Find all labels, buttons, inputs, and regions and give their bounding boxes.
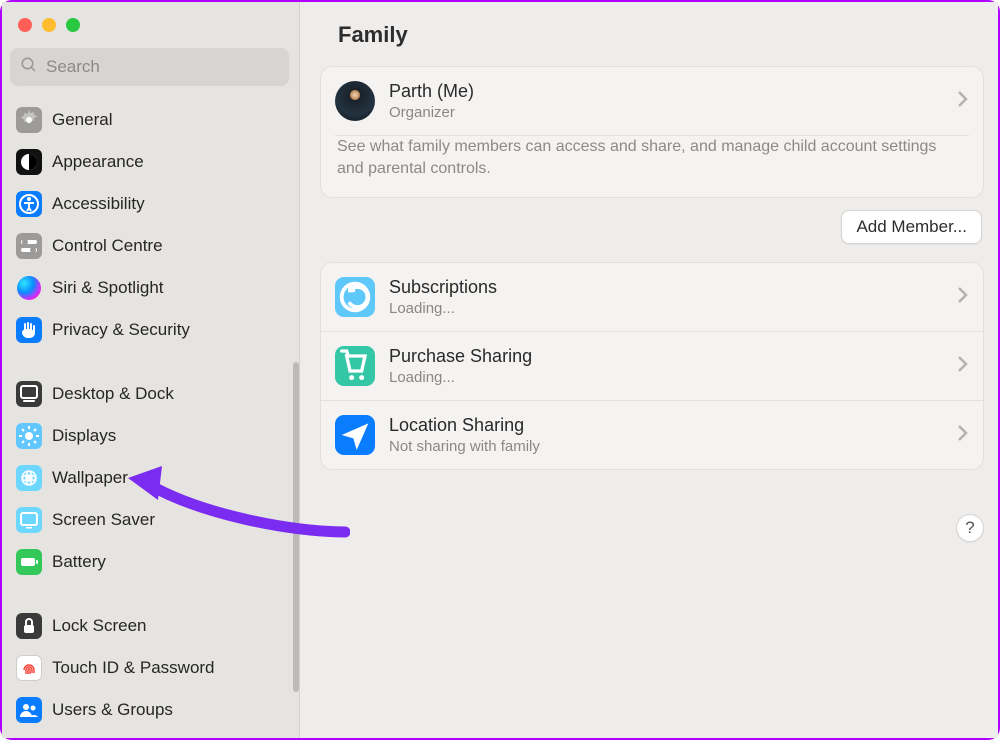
row-title: Location Sharing: [389, 415, 540, 436]
help-button[interactable]: ?: [956, 514, 984, 542]
search-input-container[interactable]: [10, 48, 289, 86]
family-description: See what family members can access and s…: [321, 136, 983, 197]
gear-icon: [16, 107, 42, 133]
chevron-right-icon: [957, 286, 969, 309]
siri-icon: [16, 275, 42, 301]
sidebar-item-lock-screen[interactable]: Lock Screen: [10, 606, 289, 646]
row-title: Subscriptions: [389, 277, 497, 298]
wallpaper-icon: [16, 465, 42, 491]
appearance-icon: [16, 149, 42, 175]
users-icon: [16, 697, 42, 723]
chevron-right-icon: [957, 355, 969, 378]
avatar: [335, 81, 375, 121]
sidebar-item-accessibility[interactable]: Accessibility: [10, 184, 289, 224]
battery-icon: [16, 549, 42, 575]
control-centre-icon: [16, 233, 42, 259]
purchase-sharing-icon: [335, 346, 375, 386]
search-input[interactable]: [46, 57, 279, 77]
chevron-right-icon: [957, 424, 969, 447]
chevron-right-icon: [957, 90, 969, 113]
lock-screen-icon: [16, 613, 42, 639]
sidebar-nav: General Appearance Accessibility Control…: [2, 96, 299, 732]
fullscreen-window-button[interactable]: [66, 18, 80, 32]
hand-icon: [16, 317, 42, 343]
sidebar-item-users-groups[interactable]: Users & Groups: [10, 690, 289, 730]
sidebar-item-label: Privacy & Security: [52, 320, 190, 340]
member-name: Parth (Me): [389, 81, 474, 102]
sidebar-item-label: General: [52, 110, 112, 130]
sidebar-item-displays[interactable]: Displays: [10, 416, 289, 456]
accessibility-icon: [16, 191, 42, 217]
screen-saver-icon: [16, 507, 42, 533]
subscriptions-row[interactable]: Subscriptions Loading...: [321, 263, 983, 331]
page-title: Family: [320, 16, 984, 66]
content-pane: Family Parth (Me) Organizer See what fam…: [300, 2, 998, 738]
sidebar-item-privacy-security[interactable]: Privacy & Security: [10, 310, 289, 350]
desktop-dock-icon: [16, 381, 42, 407]
sidebar-item-label: Displays: [52, 426, 116, 446]
window: General Appearance Accessibility Control…: [0, 0, 1000, 740]
sidebar-item-label: Lock Screen: [52, 616, 147, 636]
purchase-sharing-row[interactable]: Purchase Sharing Loading...: [321, 331, 983, 400]
family-member-card: Parth (Me) Organizer See what family mem…: [320, 66, 984, 198]
sidebar-item-label: Wallpaper: [52, 468, 128, 488]
row-subtitle: Not sharing with family: [389, 438, 540, 455]
sidebar-item-label: Accessibility: [52, 194, 145, 214]
sidebar-item-control-centre[interactable]: Control Centre: [10, 226, 289, 266]
row-subtitle: Loading...: [389, 369, 532, 386]
sidebar-item-battery[interactable]: Battery: [10, 542, 289, 582]
location-icon: [335, 415, 375, 455]
member-role: Organizer: [389, 104, 474, 121]
family-member-row[interactable]: Parth (Me) Organizer: [321, 67, 983, 135]
row-title: Purchase Sharing: [389, 346, 532, 367]
search-icon: [20, 56, 46, 79]
sidebar-item-wallpaper[interactable]: Wallpaper: [10, 458, 289, 498]
sharing-card: Subscriptions Loading... Purchase Sharin…: [320, 262, 984, 470]
sidebar-item-label: Touch ID & Password: [52, 658, 215, 678]
sidebar-item-label: Desktop & Dock: [52, 384, 174, 404]
sidebar-item-label: Appearance: [52, 152, 144, 172]
add-member-button[interactable]: Add Member...: [841, 210, 982, 244]
location-sharing-row[interactable]: Location Sharing Not sharing with family: [321, 400, 983, 469]
row-subtitle: Loading...: [389, 300, 497, 317]
brightness-icon: [16, 423, 42, 449]
sidebar-item-label: Screen Saver: [52, 510, 155, 530]
sidebar-item-siri-spotlight[interactable]: Siri & Spotlight: [10, 268, 289, 308]
sidebar-item-label: Battery: [52, 552, 106, 572]
window-controls: [2, 2, 299, 42]
sidebar-item-appearance[interactable]: Appearance: [10, 142, 289, 182]
subscriptions-icon: [335, 277, 375, 317]
sidebar-item-touch-id[interactable]: Touch ID & Password: [10, 648, 289, 688]
sidebar-item-label: Control Centre: [52, 236, 163, 256]
sidebar-item-screen-saver[interactable]: Screen Saver: [10, 500, 289, 540]
sidebar-item-label: Siri & Spotlight: [52, 278, 164, 298]
fingerprint-icon: [16, 655, 42, 681]
sidebar-item-label: Users & Groups: [52, 700, 173, 720]
close-window-button[interactable]: [18, 18, 32, 32]
sidebar: General Appearance Accessibility Control…: [2, 2, 300, 738]
sidebar-scrollbar[interactable]: [293, 362, 299, 692]
sidebar-item-desktop-dock[interactable]: Desktop & Dock: [10, 374, 289, 414]
sidebar-item-general[interactable]: General: [10, 100, 289, 140]
minimize-window-button[interactable]: [42, 18, 56, 32]
